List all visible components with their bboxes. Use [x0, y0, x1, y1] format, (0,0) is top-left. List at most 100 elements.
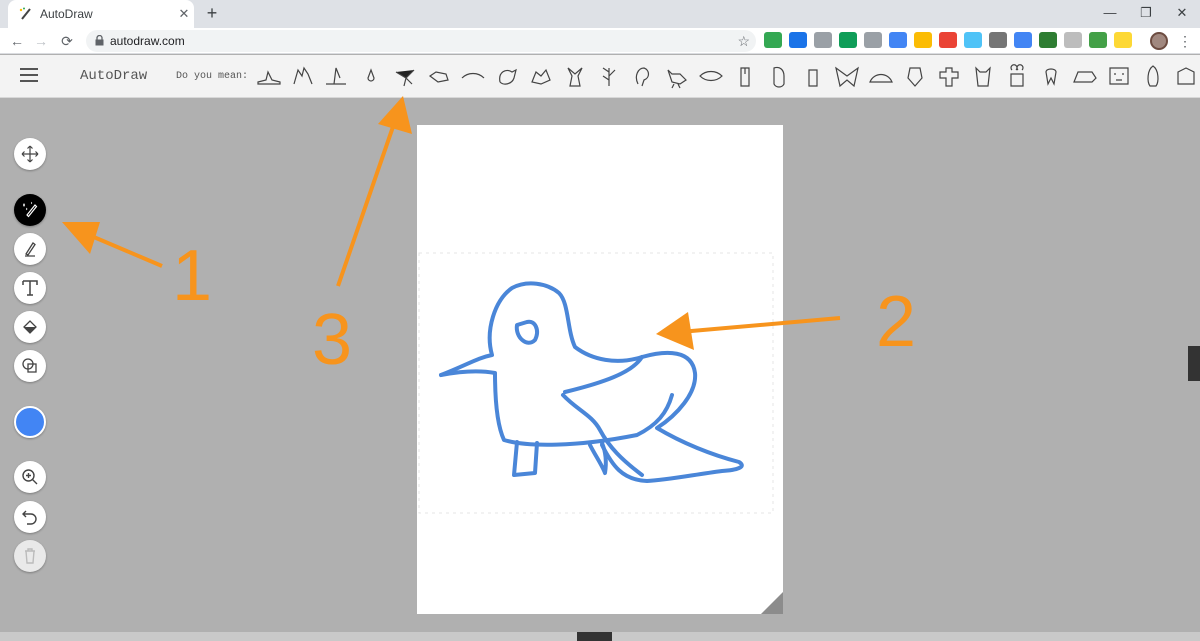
bird-icon	[395, 69, 415, 87]
rhino-icon	[1073, 71, 1097, 83]
blue-window-icon[interactable]	[889, 32, 907, 48]
suggestion-penguin[interactable]	[1138, 62, 1168, 90]
suggestion-bird[interactable]	[390, 62, 420, 90]
suggestion-shoe[interactable]	[254, 62, 284, 90]
mouse-icon	[773, 66, 785, 88]
restore-button[interactable]: ❐	[1128, 0, 1164, 28]
suggestion-butterfly[interactable]	[832, 62, 862, 90]
zoom-icon	[22, 469, 38, 485]
suggestion-eye[interactable]	[696, 62, 726, 90]
songbird-icon	[499, 68, 517, 85]
autodraw-favicon-icon	[19, 7, 31, 20]
fill-tool-button[interactable]	[14, 311, 46, 343]
suggestion-wave[interactable]	[458, 62, 488, 90]
suggestion-animal[interactable]	[1172, 62, 1200, 90]
cloud-icon[interactable]	[964, 32, 982, 48]
translate-icon[interactable]	[1014, 32, 1032, 48]
hand-icon	[293, 66, 313, 85]
profile-avatar[interactable]	[1150, 32, 1168, 50]
fox-icon	[567, 67, 583, 87]
suggestion-teddy-bear[interactable]	[1002, 62, 1032, 90]
vertical-scrollbar-thumb[interactable]	[1188, 346, 1200, 381]
suggestion-owl[interactable]	[968, 62, 998, 90]
suggestion-songbird[interactable]	[492, 62, 522, 90]
shape-tool-button[interactable]	[14, 350, 46, 382]
window-close-button[interactable]: ✕	[1164, 0, 1200, 28]
app-header: AutoDraw Do you mean:	[0, 55, 1200, 98]
chicken-icon	[667, 69, 687, 89]
suggestion-tooth[interactable]	[1036, 62, 1066, 90]
ear-icon	[635, 67, 650, 87]
color-picker-button[interactable]	[14, 406, 46, 438]
mouse-icon	[740, 67, 750, 87]
suggestion-fox[interactable]	[560, 62, 590, 90]
green-download-icon[interactable]	[1089, 32, 1107, 48]
text-icon	[22, 280, 38, 296]
suggestion-boot[interactable]	[322, 62, 352, 90]
green-gem-icon[interactable]	[1039, 32, 1057, 48]
puzzle-icon[interactable]	[1064, 32, 1082, 48]
zoom-tool-button[interactable]	[14, 461, 46, 493]
shoe-icon	[257, 70, 281, 85]
red-badge-icon[interactable]	[939, 32, 957, 48]
browser-tab[interactable]: AutoDraw ✕	[8, 0, 194, 28]
address-bar[interactable]: autodraw.com ☆	[86, 30, 756, 52]
green-circle-icon[interactable]	[839, 32, 857, 48]
arrow-3-icon	[336, 96, 412, 287]
minimize-button[interactable]: —	[1092, 0, 1128, 28]
camera-icon[interactable]	[864, 32, 882, 48]
new-tab-button[interactable]: +	[202, 3, 222, 23]
blue-circle-icon[interactable]	[789, 32, 807, 48]
delete-button[interactable]	[14, 540, 46, 572]
tab-close-icon[interactable]: ✕	[176, 6, 192, 22]
plant-icon	[602, 67, 616, 86]
forward-button[interactable]: →	[32, 32, 50, 50]
suggestion-rhino[interactable]	[1070, 62, 1100, 90]
type-tool-button[interactable]	[14, 272, 46, 304]
suggestion-crab[interactable]	[526, 62, 556, 90]
undo-button[interactable]	[14, 501, 46, 533]
undo-icon	[22, 510, 37, 525]
shape-icon	[22, 358, 37, 373]
owl-icon	[975, 66, 991, 87]
autodraw-icon	[23, 201, 38, 218]
suggestion-duck[interactable]	[424, 62, 454, 90]
move-tool-button[interactable]	[14, 138, 46, 170]
suggestion-chicken[interactable]	[662, 62, 692, 90]
drawing-canvas[interactable]	[417, 125, 783, 614]
penguin-icon	[1147, 65, 1159, 87]
lock-icon	[95, 35, 104, 46]
autodraw-tool-button[interactable]	[14, 194, 46, 226]
suggestion-mouse[interactable]	[730, 62, 760, 90]
suggestion-face[interactable]	[900, 62, 930, 90]
gray-square-icon[interactable]	[814, 32, 832, 48]
yellow-face-icon[interactable]	[1114, 32, 1132, 48]
gray-box-icon[interactable]	[989, 32, 1007, 48]
horizontal-scrollbar-thumb[interactable]	[577, 632, 612, 641]
back-button[interactable]: ←	[8, 32, 26, 50]
suggestion-plant[interactable]	[594, 62, 624, 90]
suggestion-hand[interactable]	[288, 62, 318, 90]
draw-tool-button[interactable]	[14, 233, 46, 265]
url-text: autodraw.com	[110, 34, 185, 48]
crab-icon	[531, 68, 551, 85]
chrome-icon[interactable]	[914, 32, 932, 48]
app-title: AutoDraw	[80, 68, 148, 84]
suggestion-turtle[interactable]	[866, 62, 896, 90]
chrome-menu-icon[interactable]: ⋮	[1178, 32, 1192, 50]
suggestion-gingerbread-man[interactable]	[934, 62, 964, 90]
turtle-icon	[869, 73, 893, 83]
lion-icon	[1109, 67, 1129, 85]
annotation-label-2: 2	[876, 282, 917, 362]
suggestion-ear[interactable]	[628, 62, 658, 90]
teddy-bear-icon	[1010, 64, 1024, 87]
bookmark-star-icon[interactable]: ☆	[737, 32, 750, 50]
suggestion-drop[interactable]	[356, 62, 386, 90]
hamburger-menu-icon[interactable]	[20, 68, 38, 82]
suggestion-mouse[interactable]	[764, 62, 794, 90]
suggestion-mouse[interactable]	[798, 62, 828, 90]
annotation-label-3: 3	[312, 300, 353, 380]
drive-icon[interactable]	[764, 32, 782, 48]
reload-button[interactable]: ⟳	[58, 32, 76, 50]
suggestion-lion[interactable]	[1104, 62, 1134, 90]
